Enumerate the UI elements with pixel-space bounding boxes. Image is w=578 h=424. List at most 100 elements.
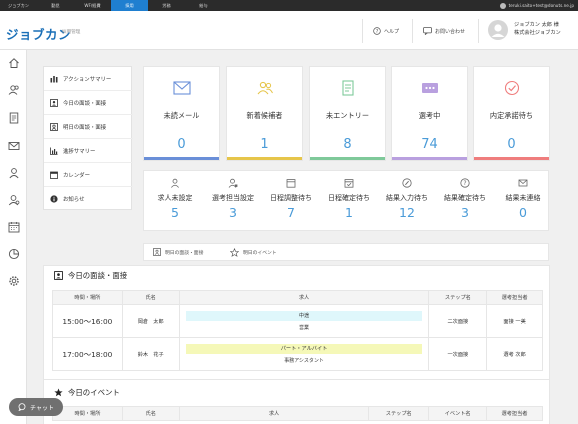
svg-text:?: ? xyxy=(463,180,466,187)
people-icon xyxy=(257,81,273,95)
card-unread-mail[interactable]: 未読メール 0 xyxy=(143,66,220,161)
stat-label: 日程調整待ち xyxy=(270,194,312,202)
card-new-candidates[interactable]: 新着候補者 1 xyxy=(226,66,303,161)
interview-time: 17:00〜18:00 xyxy=(52,337,123,371)
company-name: 株式会社ジョブカン xyxy=(514,29,561,36)
tab-tomorrow-events[interactable]: 明日のイベント xyxy=(230,248,277,257)
column-header: 選考担当者 xyxy=(486,406,543,421)
job-cell[interactable]: パート・アルバイト 事務アシスタント xyxy=(178,337,430,371)
info-icon xyxy=(50,195,58,203)
product-tab-payroll[interactable]: 給与 xyxy=(185,0,222,11)
menu-item-progress-summary[interactable]: 進捗サマリー xyxy=(44,139,133,163)
menu-item-label: お知らせ xyxy=(63,197,85,203)
dashboard-menu: アクションサマリー 今日の面談・面接 明日の面談・面接 進捗サマリー カレンダー… xyxy=(43,66,133,211)
gear-icon[interactable] xyxy=(7,274,20,287)
calendar-icon xyxy=(286,179,296,188)
stat-job-unset[interactable]: 求人未設定 5 xyxy=(146,171,204,232)
stat-count: 7 xyxy=(287,205,295,220)
stat-result-confirm[interactable]: ? 結果確定待ち 3 xyxy=(436,171,494,232)
menu-item-notices[interactable]: お知らせ xyxy=(44,187,133,211)
header-divider xyxy=(412,19,413,43)
menu-item-today-interviews[interactable]: 今日の面談・面接 xyxy=(44,91,133,115)
account-email[interactable]: teruki.saito+test@donuts.ne.jp xyxy=(499,0,574,11)
stat-result-input[interactable]: 結果入力待ち 12 xyxy=(378,171,436,232)
card-label: 未読メール xyxy=(163,111,200,120)
column-header: 時間・場所 xyxy=(52,406,123,421)
icon-sidebar xyxy=(0,50,27,424)
stat-count: 1 xyxy=(345,205,353,220)
card-offer-pending[interactable]: 内定承諾待ち 0 xyxy=(473,66,550,161)
pie-chart-icon[interactable] xyxy=(7,247,20,260)
user-icon[interactable] xyxy=(7,166,20,179)
chat-button[interactable]: チャット xyxy=(9,398,63,416)
step-name: 二次面接 xyxy=(428,304,488,338)
tab-label: 明日のイベント xyxy=(243,251,277,256)
product-switcher-bar: ジョブカン 勤怠 WF/経費 採用 労務 給与 teruki.saito+tes… xyxy=(0,0,578,11)
assignee: 選考 次郎 xyxy=(486,337,543,371)
user-info[interactable]: ジョブカン 太郎 様 株式会社ジョブカン xyxy=(514,22,561,37)
card-in-selection[interactable]: 選考中 74 xyxy=(391,66,468,161)
candidate-name[interactable]: 岡倉 太郎 xyxy=(121,304,180,338)
home-icon[interactable] xyxy=(7,56,20,69)
document-icon[interactable] xyxy=(7,111,20,124)
mail-icon[interactable] xyxy=(7,139,20,152)
job-cell[interactable]: 中途 営業 xyxy=(178,304,430,338)
mail-icon xyxy=(172,81,191,95)
card-label: 未エントリー xyxy=(325,111,370,120)
card-count: 0 xyxy=(507,137,516,152)
progress-chart-icon xyxy=(50,147,58,155)
job-type: 中途 xyxy=(186,311,423,321)
table-header-row: 時間・場所 氏名 求人 ステップ名 選考担当者 xyxy=(52,290,543,305)
stat-schedule-adjust[interactable]: 日程調整待ち 7 xyxy=(262,171,320,232)
app-logo-subtitle: 採用管理 xyxy=(62,30,81,35)
table-row[interactable]: 15:00〜16:00 岡倉 太郎 中途 営業 二次面接 面接 一美 xyxy=(52,304,543,338)
section-title: 今日の面談・面接 xyxy=(54,270,127,281)
today-interviews-table: 時間・場所 氏名 求人 ステップ名 選考担当者 15:00〜16:00 岡倉 太… xyxy=(52,290,543,371)
check-circle-icon xyxy=(504,80,519,96)
card-accent-bar xyxy=(227,157,302,160)
menu-item-label: カレンダー xyxy=(63,172,90,179)
stat-schedule-confirm[interactable]: 日程確定待ち 1 xyxy=(320,171,378,232)
menu-item-label: 進捗サマリー xyxy=(63,148,96,155)
menu-item-action-summary[interactable]: アクションサマリー xyxy=(44,67,133,91)
stat-assignee-setting[interactable]: 選考担当設定 3 xyxy=(204,171,262,232)
person-card-icon xyxy=(153,248,161,256)
menu-item-label: 今日の面談・面接 xyxy=(63,100,107,107)
calendar-icon[interactable] xyxy=(7,220,20,233)
contact-label: お問い合わせ xyxy=(435,28,466,35)
user-avatar[interactable] xyxy=(488,20,508,40)
stat-result-uncontacted[interactable]: 結果未連絡 0 xyxy=(494,171,552,232)
menu-item-tomorrow-interviews[interactable]: 明日の面談・面接 xyxy=(44,115,133,139)
help-button[interactable]: ? ヘルプ xyxy=(373,24,399,38)
product-tab-recruit[interactable]: 採用 xyxy=(111,0,148,11)
card-accent-bar xyxy=(144,157,219,160)
mail-check-icon xyxy=(518,179,528,187)
user-icon xyxy=(171,178,179,188)
table-row[interactable]: 17:00〜18:00 鈴木 花子 パート・アルバイト 事務アシスタント 一次面… xyxy=(52,337,543,371)
card-count: 8 xyxy=(343,137,352,152)
section-title-text: 今日のイベント xyxy=(68,388,120,397)
user-name: ジョブカン 太郎 様 xyxy=(514,22,559,28)
tab-tomorrow-interviews[interactable]: 明日の面談・面接 xyxy=(153,248,203,256)
stat-count: 3 xyxy=(229,205,237,220)
chat-bubble-icon xyxy=(423,27,432,35)
contact-button[interactable]: お問い合わせ xyxy=(423,24,465,38)
candidate-name[interactable]: 鈴木 花子 xyxy=(121,337,180,371)
star-outline-icon xyxy=(230,248,239,257)
header-divider xyxy=(362,19,363,43)
product-tab-labor[interactable]: 労務 xyxy=(148,0,185,11)
card-no-entry[interactable]: 未エントリー 8 xyxy=(309,66,386,161)
column-header: 氏名 xyxy=(121,406,180,421)
product-tab-jobcan[interactable]: ジョブカン xyxy=(0,0,37,11)
menu-item-calendar[interactable]: カレンダー xyxy=(44,163,133,187)
card-count: 74 xyxy=(421,137,438,152)
person-card-icon xyxy=(50,98,58,107)
candidates-icon[interactable] xyxy=(7,83,20,96)
document-icon xyxy=(341,80,354,96)
product-tab-attendance[interactable]: 勤怠 xyxy=(37,0,74,11)
assignee: 面接 一美 xyxy=(486,304,543,338)
card-count: 0 xyxy=(177,137,186,152)
product-tab-workflow[interactable]: WF/経費 xyxy=(74,0,111,11)
staff-icon[interactable] xyxy=(7,193,20,206)
card-accent-bar xyxy=(474,157,549,160)
